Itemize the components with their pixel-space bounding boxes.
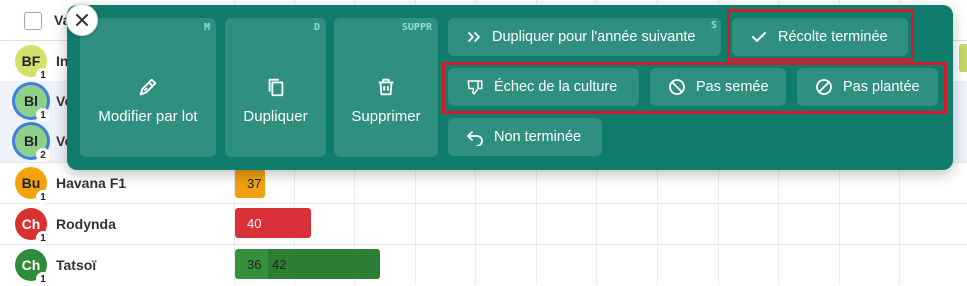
trash-icon (334, 76, 438, 98)
shortcut-key: SUPPR (401, 22, 432, 33)
planting-bar[interactable]: 36 42 (235, 249, 380, 279)
table-row[interactable]: Ch 1 Tatsoï 36 42 (0, 244, 967, 286)
not-finished-label: Non terminée (494, 129, 582, 145)
avatar: Ch 1 (15, 208, 50, 245)
avatar: Ch 1 (15, 249, 50, 286)
planting-name: Tatsoï (56, 257, 97, 273)
not-finished-button[interactable]: Non terminée (448, 118, 602, 156)
planting-name: Rodynda (56, 216, 116, 232)
planting-bar-harvest-label: 42 (272, 256, 287, 272)
select-all-checkbox[interactable] (24, 12, 42, 30)
planting-bar[interactable]: 40 (235, 208, 311, 238)
copy-icon (225, 76, 326, 98)
bulk-edit-button[interactable]: M Modifier par lot (80, 18, 216, 157)
double-chevron-right-icon (466, 29, 482, 45)
duplicate-next-year-label: Dupliquer pour l'année suivante (492, 29, 696, 45)
shortcut-key: M (203, 22, 210, 33)
avatar: Bu 1 (15, 167, 50, 204)
shortcut-key: S (710, 20, 717, 31)
delete-button[interactable]: SUPPR Supprimer (334, 18, 438, 157)
duplicate-button[interactable]: D Dupliquer (225, 18, 326, 157)
shortcut-key: D (313, 22, 320, 33)
avatar: Bl 1 (15, 85, 50, 122)
duplicate-label: Dupliquer (243, 108, 308, 125)
undo-icon (466, 128, 484, 146)
planting-name: Havana F1 (56, 175, 127, 191)
delete-label: Supprimer (351, 108, 421, 125)
bulk-edit-label: Modifier par lot (98, 108, 198, 125)
table-row[interactable]: Ch 1 Rodynda 40 (0, 203, 967, 245)
close-icon (76, 14, 88, 26)
avatar: Bl 2 (15, 125, 50, 162)
highlight-box (442, 62, 947, 114)
bulk-actions-panel: M Modifier par lot D Dupliquer SUPPR Sup… (67, 5, 953, 170)
close-button[interactable] (66, 4, 98, 36)
duplicate-next-year-button[interactable]: Dupliquer pour l'année suivante S (448, 18, 721, 56)
highlight-box (727, 9, 914, 61)
pencil-icon (80, 76, 216, 98)
planting-bar[interactable] (959, 44, 967, 72)
planting-bar[interactable]: 37 (235, 168, 265, 198)
avatar: BF 1 (15, 45, 50, 82)
